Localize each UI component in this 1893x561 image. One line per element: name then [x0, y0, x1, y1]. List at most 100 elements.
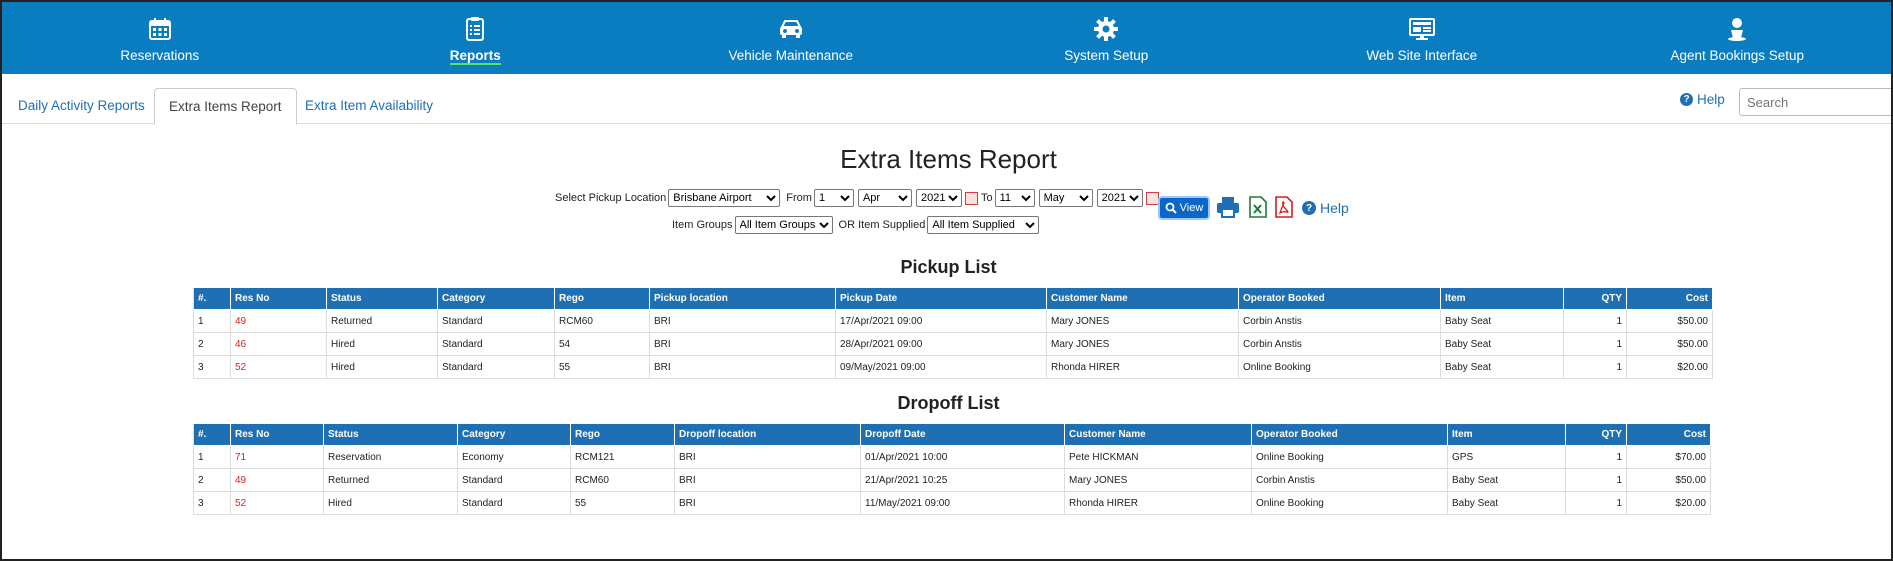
column-header: Cost: [1626, 287, 1713, 310]
table-cell: $20.00: [1626, 491, 1711, 515]
nav-label: System Setup: [1064, 48, 1149, 63]
to-month-select[interactable]: May: [1038, 189, 1093, 207]
res-no-link[interactable]: 49: [230, 468, 324, 492]
tab-bar: Daily Activity Reports Extra Items Repor…: [2, 74, 1891, 125]
pickup-location-label: Select Pickup Location: [555, 192, 667, 204]
column-header: #.: [193, 423, 231, 446]
view-label: View: [1179, 202, 1204, 214]
column-header: Rego: [570, 423, 675, 446]
calendar-picker-icon[interactable]: [964, 191, 978, 205]
nav-label: Agent Bookings Setup: [1670, 48, 1805, 63]
table-cell: 2: [193, 468, 231, 492]
help-label: Help: [1320, 200, 1349, 216]
search-icon: [1165, 202, 1177, 214]
table-cell: 3: [193, 355, 231, 379]
table-cell: GPS: [1447, 445, 1566, 469]
table-cell: Returned: [326, 309, 438, 333]
nav-reports[interactable]: Reports: [318, 2, 634, 74]
table-cell: 3: [193, 491, 231, 515]
column-header: Status: [323, 423, 458, 446]
table-row: 3 52 Hired Standard 55 BRI 09/May/2021 0…: [193, 355, 1713, 379]
table-cell: Baby Seat: [1440, 332, 1564, 356]
table-cell: $50.00: [1626, 468, 1711, 492]
nav-reservations[interactable]: Reservations: [2, 2, 318, 74]
view-button[interactable]: View: [1158, 196, 1210, 220]
table-cell: $20.00: [1626, 355, 1713, 379]
table-cell: 1: [1565, 491, 1627, 515]
table-cell: 54: [554, 332, 650, 356]
column-header: Category: [457, 423, 571, 446]
dropoff-list-title: Dropoff List: [897, 393, 1000, 413]
res-no-link[interactable]: 71: [230, 445, 324, 469]
pickup-location-select[interactable]: Brisbane Airport: [668, 189, 781, 207]
nav-system-setup[interactable]: System Setup: [949, 2, 1265, 74]
top-nav: Reservations Reports Vehicle Maintenance…: [2, 2, 1892, 74]
report-help-link[interactable]: ? Help: [1302, 200, 1349, 216]
column-header: Operator Booked: [1251, 423, 1448, 446]
to-year-select[interactable]: 2021: [1096, 189, 1143, 207]
column-header: Item: [1447, 423, 1566, 446]
table-cell: Reservation: [323, 445, 458, 469]
table-row: 1 49 Returned Standard RCM60 BRI 17/Apr/…: [193, 309, 1713, 333]
clipboard-icon: [460, 14, 490, 44]
to-label: To: [980, 192, 993, 204]
table-cell: RCM60: [570, 468, 675, 492]
print-icon[interactable]: [1216, 194, 1240, 220]
pdf-export-icon[interactable]: [1272, 194, 1296, 220]
table-cell: Economy: [457, 445, 571, 469]
nav-agent-bookings-setup[interactable]: Agent Bookings Setup: [1580, 2, 1892, 74]
to-day-select[interactable]: 11: [994, 189, 1035, 207]
filter-row-items: Item Groups All Item Groups OR Item Supp…: [672, 216, 1041, 234]
table-cell: 09/May/2021 09:00: [835, 355, 1047, 379]
item-supplied-select[interactable]: All Item Supplied: [927, 216, 1040, 234]
page-title: Extra Items Report: [840, 144, 1057, 174]
from-year-select[interactable]: 2021: [915, 189, 962, 207]
from-day-select[interactable]: 1: [813, 189, 854, 207]
res-no-link[interactable]: 49: [230, 309, 327, 333]
nav-web-site-interface[interactable]: Web Site Interface: [1264, 2, 1580, 74]
column-header: Dropoff Date: [860, 423, 1065, 446]
table-cell: Rhonda HIRER: [1046, 355, 1239, 379]
table-cell: Baby Seat: [1447, 468, 1566, 492]
table-row: 3 52 Hired Standard 55 BRI 11/May/2021 0…: [193, 491, 1711, 515]
nav-label: Reservations: [120, 48, 200, 63]
tab-extra-items-report[interactable]: Extra Items Report: [154, 88, 297, 125]
table-cell: Online Booking: [1251, 491, 1448, 515]
res-no-link[interactable]: 52: [230, 355, 327, 379]
table-cell: Mary JONES: [1046, 332, 1239, 356]
calendar-icon: [145, 14, 175, 44]
table-cell: Baby Seat: [1440, 355, 1564, 379]
from-month-select[interactable]: Apr: [857, 189, 912, 207]
table-cell: Standard: [437, 309, 555, 333]
column-header: Operator Booked: [1238, 287, 1441, 310]
help-link[interactable]: ? Help: [1680, 92, 1725, 107]
item-supplied-label: OR Item Supplied: [838, 219, 926, 231]
tab-daily-activity-reports[interactable]: Daily Activity Reports: [4, 88, 159, 124]
table-cell: 1: [1565, 468, 1627, 492]
res-no-link[interactable]: 46: [230, 332, 327, 356]
table-cell: 1: [193, 309, 231, 333]
table-cell: Standard: [437, 332, 555, 356]
nav-vehicle-maintenance[interactable]: Vehicle Maintenance: [633, 2, 949, 74]
table-cell: 1: [1565, 445, 1627, 469]
tab-extra-item-availability[interactable]: Extra Item Availability: [291, 88, 447, 124]
table-cell: Hired: [326, 332, 438, 356]
table-cell: Baby Seat: [1447, 491, 1566, 515]
table-cell: Standard: [457, 491, 571, 515]
excel-export-icon[interactable]: [1246, 194, 1270, 220]
table-cell: Mary JONES: [1064, 468, 1252, 492]
item-groups-select[interactable]: All Item Groups: [734, 216, 833, 234]
table-cell: Hired: [323, 491, 458, 515]
dropoff-table: #. Res No Status Category Rego Dropoff l…: [193, 423, 1711, 515]
calendar-picker-icon[interactable]: [1145, 191, 1159, 205]
res-no-link[interactable]: 52: [230, 491, 324, 515]
column-header: Cost: [1626, 423, 1711, 446]
table-header-row: #. Res No Status Category Rego Dropoff l…: [193, 423, 1711, 446]
column-header: Customer Name: [1046, 287, 1239, 310]
table-cell: BRI: [674, 468, 861, 492]
agent-icon: [1722, 14, 1752, 44]
nav-label: Reports: [449, 48, 501, 65]
search-input[interactable]: [1739, 88, 1891, 116]
nav-label: Vehicle Maintenance: [728, 48, 854, 63]
table-cell: 55: [570, 491, 675, 515]
